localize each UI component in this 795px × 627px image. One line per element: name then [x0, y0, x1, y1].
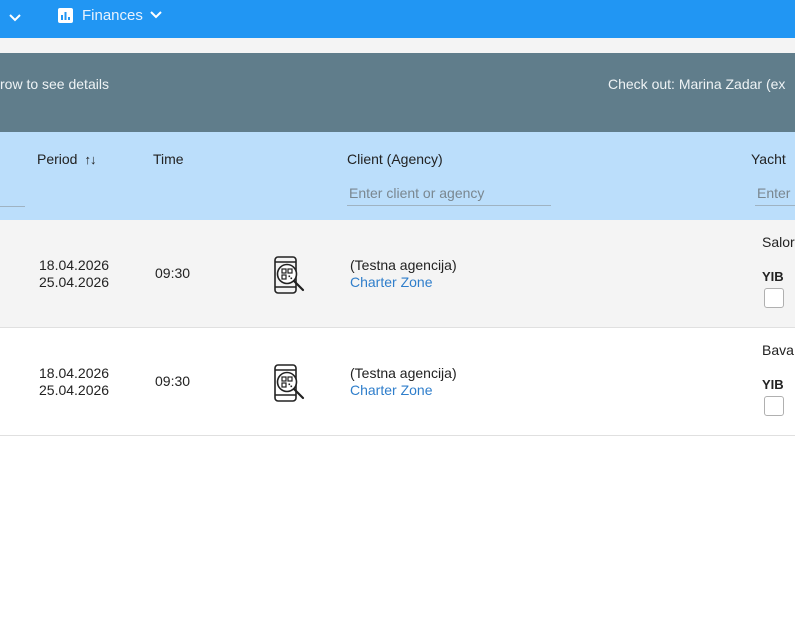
sort-icon: ↑↓	[84, 152, 96, 167]
client-name: (Testna agencija)	[350, 257, 457, 273]
row-checkbox[interactable]	[764, 288, 784, 308]
client-cell: (Testna agencija) Charter Zone	[350, 257, 457, 291]
chevron-down-icon	[150, 11, 162, 19]
chevron-down-icon[interactable]	[8, 7, 22, 29]
qr-phone-scan-icon[interactable]	[270, 362, 312, 404]
row-details-hint: row to see details	[0, 76, 109, 92]
period-cell: 18.04.2026 25.04.2026	[39, 365, 109, 399]
yacht-filter-input[interactable]	[755, 180, 795, 206]
client-name: (Testna agencija)	[350, 365, 457, 381]
nav-item-finances-label: Finances	[82, 6, 143, 24]
row-checkbox[interactable]	[764, 396, 784, 416]
client-cell: (Testna agencija) Charter Zone	[350, 365, 457, 399]
period-cell: 18.04.2026 25.04.2026	[39, 257, 109, 291]
yacht-name: Salor	[762, 234, 795, 250]
time-cell: 09:30	[155, 265, 191, 281]
date-to: 25.04.2026	[39, 382, 110, 398]
date-to: 25.04.2026	[39, 274, 110, 290]
time-cell: 09:30	[155, 373, 191, 389]
agency-link[interactable]: Charter Zone	[350, 382, 457, 399]
toolbar-gap	[0, 38, 795, 53]
filter-underline	[0, 206, 25, 207]
yacht-name: Bava	[762, 342, 794, 358]
column-header-client: Client (Agency)	[347, 151, 443, 167]
client-filter-input[interactable]	[347, 180, 551, 206]
table-row[interactable]: 18.04.2026 25.04.2026 09:30 (Testna agen…	[0, 328, 795, 436]
yacht-badge: YIB	[762, 377, 784, 392]
top-navigation-bar: Finances	[0, 0, 795, 38]
checkout-location: Check out: Marina Zadar (ex	[608, 76, 786, 92]
qr-phone-scan-icon[interactable]	[270, 254, 312, 296]
bar-chart-icon	[58, 7, 73, 23]
info-bar: row to see details Check out: Marina Zad…	[0, 53, 795, 132]
date-from: 18.04.2026	[39, 365, 110, 381]
agency-link[interactable]: Charter Zone	[350, 274, 457, 291]
column-header-time: Time	[153, 151, 184, 167]
column-header-period-label: Period	[37, 151, 78, 167]
column-header-period[interactable]: Period ↑↓	[37, 151, 96, 167]
table-row[interactable]: 18.04.2026 25.04.2026 09:30 (Testna agen…	[0, 220, 795, 328]
yacht-badge: YIB	[762, 269, 784, 284]
date-from: 18.04.2026	[39, 257, 110, 273]
column-header-yacht: Yacht	[751, 151, 786, 167]
table-header: Period ↑↓ Time Client (Agency) Yacht	[0, 132, 795, 220]
nav-item-finances[interactable]: Finances	[58, 0, 163, 30]
